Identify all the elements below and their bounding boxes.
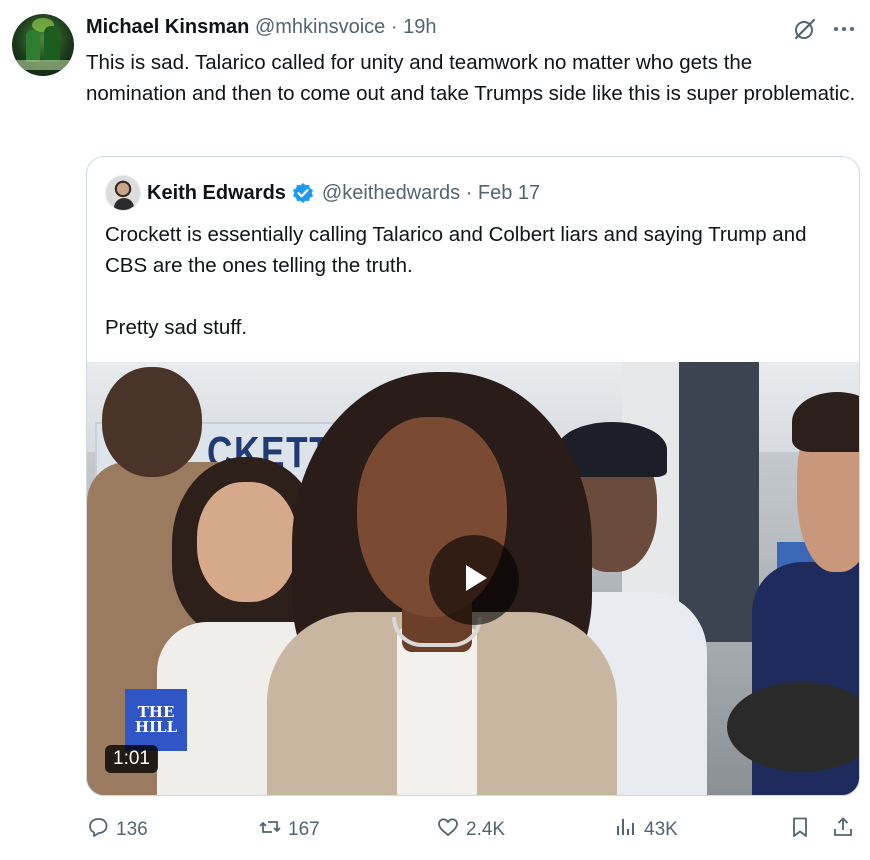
the-hill-logo: THE HILL [125, 689, 187, 751]
share-button[interactable] [831, 815, 855, 845]
more-icon[interactable] [832, 17, 856, 46]
separator-dot: · [465, 181, 473, 204]
play-icon [456, 560, 492, 601]
reply-count: 136 [116, 819, 148, 840]
bookmark-button[interactable] [788, 815, 812, 845]
speaker [397, 627, 477, 795]
quoted-author-name[interactable]: Keith Edwards [147, 182, 286, 205]
microphone [727, 682, 859, 772]
avatar-art [12, 60, 74, 70]
video-duration: 1:01 [105, 745, 158, 773]
views-count: 43K [644, 819, 678, 840]
post-time[interactable]: 19h [403, 16, 436, 38]
quoted-post-date[interactable]: Feb 17 [478, 182, 540, 205]
bystander [102, 367, 202, 477]
author-handle[interactable]: @mhkinsvoice [255, 16, 385, 38]
grok-icon[interactable] [792, 16, 818, 47]
like-icon [436, 815, 460, 845]
author-name[interactable]: Michael Kinsman [86, 16, 249, 38]
views-button[interactable]: 43K [614, 815, 678, 845]
quoted-author-avatar[interactable] [105, 175, 141, 211]
post-header: Michael Kinsman @mhkinsvoice · 19h [86, 16, 436, 39]
background-structure [679, 362, 759, 642]
reply-button[interactable]: 136 [86, 815, 148, 845]
quoted-post-header: Keith Edwards @keithedwards · Feb 17 [105, 175, 540, 211]
share-icon [831, 815, 855, 845]
repost-count: 167 [288, 819, 320, 840]
views-icon [614, 815, 638, 845]
avatar-art [44, 26, 60, 62]
post-text: This is sad. Talarico called for unity a… [86, 51, 856, 105]
reply-icon [86, 815, 110, 845]
quoted-author-handle[interactable]: @keithedwards [322, 182, 460, 205]
bystander [197, 482, 297, 602]
bookmark-icon [788, 815, 812, 845]
play-button[interactable] [429, 535, 519, 625]
repost-icon [258, 815, 282, 845]
video-player[interactable]: CKETT THE HILL 1:01 [87, 362, 859, 795]
logo-text: HILL [134, 718, 178, 736]
repost-button[interactable]: 167 [258, 815, 320, 845]
quoted-post-text: Crockett is essentially calling Talarico… [105, 223, 807, 339]
like-button[interactable]: 2.4K [436, 815, 505, 845]
separator-dot: · [390, 16, 398, 38]
like-count: 2.4K [466, 819, 506, 840]
post-menu-area [792, 16, 856, 47]
avatar-art [26, 30, 40, 62]
verified-icon [292, 182, 314, 204]
quoted-post[interactable]: Keith Edwards @keithedwards · Feb 17 Cro… [86, 156, 860, 796]
author-avatar[interactable] [12, 14, 74, 76]
action-bar: 136 167 2.4K 43K [86, 815, 860, 845]
